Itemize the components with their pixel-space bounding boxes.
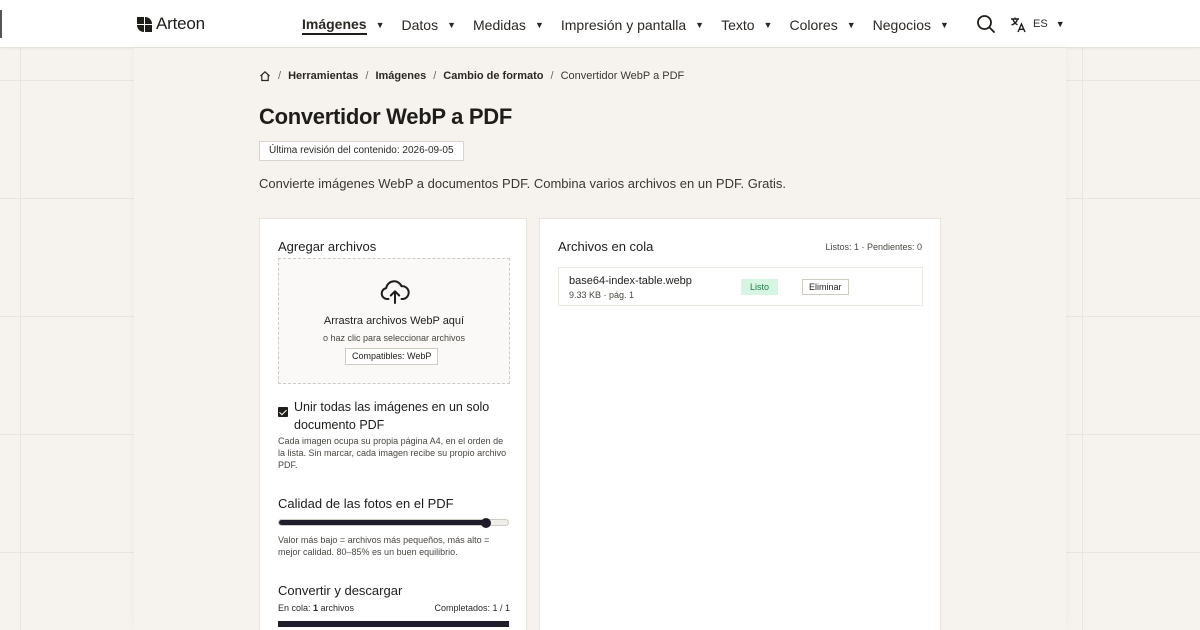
supported-formats-badge: Compatibles: WebP xyxy=(345,348,439,365)
quality-title: Calidad de las fotos en el PDF xyxy=(278,496,454,511)
breadcrumb-separator: / xyxy=(278,70,282,82)
completed-count: Completados: 1 / 1 xyxy=(434,603,510,613)
status-badge: Listo xyxy=(741,279,779,295)
merge-checkbox-label[interactable]: Unir todas las imágenes en un solo docum… xyxy=(294,398,514,434)
translate-icon xyxy=(1011,17,1026,32)
breadcrumb-link[interactable]: Cambio de formato xyxy=(443,70,543,82)
window-edge xyxy=(0,10,2,38)
nav-label: Negocios xyxy=(872,17,932,33)
nav-label: Impresión y pantalla xyxy=(560,17,687,33)
queue-summary: En cola: 1 archivos Completados: 1 / 1 xyxy=(278,603,510,613)
file-name: base64-index-table.webp xyxy=(569,275,692,287)
dropzone-main-text: Arrastra archivos WebP aquí xyxy=(323,315,465,327)
nav-item-colores[interactable]: Colores ▼ xyxy=(789,14,855,36)
remove-file-button[interactable]: Eliminar xyxy=(802,279,849,295)
nav-item-imagenes[interactable]: Imágenes ▼ xyxy=(302,14,385,36)
queued-file-row: base64-index-table.webp 9.33 KB · pág. 1… xyxy=(558,267,923,306)
nav-label: Texto xyxy=(721,17,755,33)
caret-down-icon: ▼ xyxy=(940,20,949,30)
breadcrumb-separator: / xyxy=(550,70,554,82)
upload-panel: Agregar archivos Arrastra archivos WebP … xyxy=(259,218,527,630)
quality-help-text: Valor más bajo = archivos más pequeños, … xyxy=(278,535,490,557)
caret-down-icon: ▼ xyxy=(695,20,705,30)
file-meta: 9.33 KB · pág. 1 xyxy=(569,290,635,300)
quality-slider-track[interactable] xyxy=(278,519,509,526)
breadcrumb-link[interactable]: Imágenes xyxy=(375,70,426,82)
revision-badge: Última revisión del contenido: 2026-09-0… xyxy=(259,141,464,161)
nav-label: Medidas xyxy=(473,17,526,33)
queue-panel: Archivos en cola Listos: 1 · Pendientes:… xyxy=(539,218,941,630)
queue-count-prefix: En cola: xyxy=(278,603,314,613)
file-dropzone[interactable]: Arrastra archivos WebP aquí o haz clic p… xyxy=(278,258,510,384)
queue-count-suffix: archivos xyxy=(318,603,355,613)
caret-down-icon: ▼ xyxy=(1055,19,1065,29)
nav-label: Colores xyxy=(789,17,838,33)
breadcrumb-link[interactable]: Herramientas xyxy=(288,70,358,82)
home-icon[interactable] xyxy=(259,70,271,82)
caret-down-icon: ▼ xyxy=(534,20,544,30)
caret-down-icon: ▼ xyxy=(447,20,457,30)
nav-item-texto[interactable]: Texto ▼ xyxy=(721,14,772,36)
queue-title: Archivos en cola xyxy=(558,239,654,254)
brand-name: Arteon xyxy=(156,14,205,33)
conversion-progress-bar xyxy=(278,621,509,627)
nav-item-impresion[interactable]: Impresión y pantalla ▼ xyxy=(561,14,704,36)
language-selector[interactable]: ES ▼ xyxy=(1010,14,1065,34)
convert-title: Convertir y descargar xyxy=(278,583,403,598)
quality-slider-fill xyxy=(279,520,487,525)
caret-down-icon: ▼ xyxy=(375,20,385,30)
breadcrumb-current: Convertidor WebP a PDF xyxy=(560,70,685,82)
breadcrumb: / Herramientas / Imágenes / Cambio de fo… xyxy=(259,69,684,83)
cloud-upload-icon xyxy=(380,280,410,304)
caret-down-icon: ▼ xyxy=(763,20,773,30)
nav-label: Imágenes xyxy=(302,16,367,35)
page-title: Convertidor WebP a PDF xyxy=(259,104,512,129)
search-icon xyxy=(977,15,995,33)
top-navigation-bar: Arteon Imágenes ▼ Datos ▼ Medidas ▼ Impr… xyxy=(0,0,1200,48)
nav-item-datos[interactable]: Datos ▼ xyxy=(402,14,457,36)
main-nav: Imágenes ▼ Datos ▼ Medidas ▼ Impresión y… xyxy=(302,14,966,36)
language-code: ES xyxy=(1033,18,1048,30)
nav-item-negocios[interactable]: Negocios ▼ xyxy=(873,14,949,36)
nav-label: Datos xyxy=(401,17,439,33)
search-button[interactable] xyxy=(976,14,996,34)
queue-count-text: En cola: 1 archivos xyxy=(278,603,354,613)
nav-item-medidas[interactable]: Medidas ▼ xyxy=(473,14,544,36)
logo-icon xyxy=(137,16,152,32)
queue-stats: Listos: 1 · Pendientes: 0 xyxy=(825,242,922,252)
page-intro: Convierte imágenes WebP a documentos PDF… xyxy=(259,176,786,191)
breadcrumb-separator: / xyxy=(433,70,437,82)
upload-title: Agregar archivos xyxy=(278,239,377,254)
quality-slider-thumb[interactable] xyxy=(480,518,491,528)
merge-checkbox[interactable] xyxy=(278,407,288,417)
dropzone-sub-text: o haz clic para seleccionar archivos xyxy=(322,333,466,343)
brand-logo[interactable]: Arteon xyxy=(137,14,205,34)
breadcrumb-separator: / xyxy=(365,70,369,82)
merge-help-text: Cada imagen ocupa su propia página A4, e… xyxy=(278,436,507,470)
caret-down-icon: ▼ xyxy=(846,20,856,30)
